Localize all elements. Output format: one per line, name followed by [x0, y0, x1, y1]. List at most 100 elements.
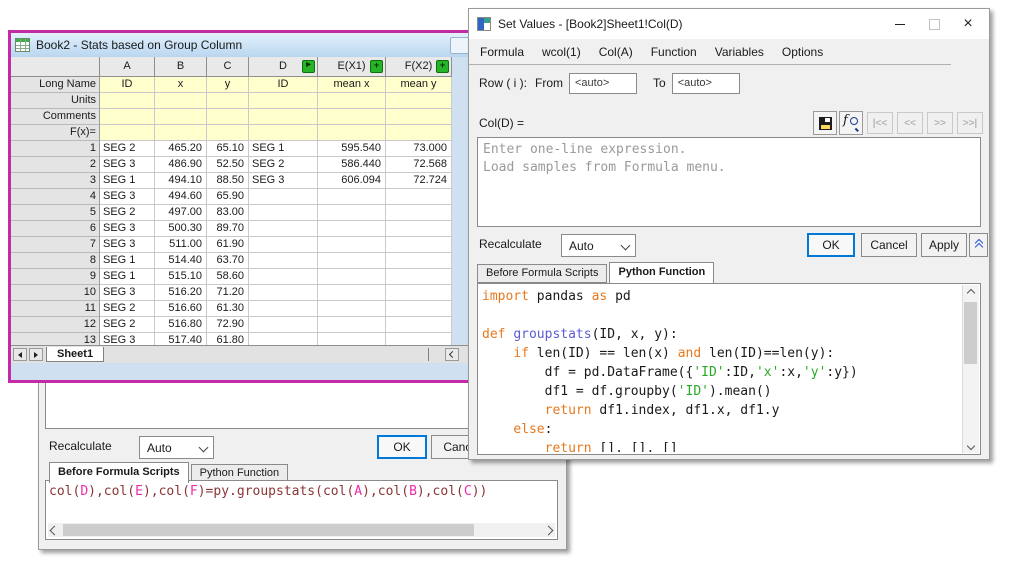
cell[interactable]: [249, 109, 318, 125]
cell[interactable]: [207, 93, 249, 109]
workbook-titlebar[interactable]: Book2 - Stats based on Group Column: [11, 33, 473, 57]
cell[interactable]: mean y: [386, 77, 452, 93]
cell[interactable]: 516.20: [155, 285, 207, 301]
cell[interactable]: [386, 189, 452, 205]
cell[interactable]: 465.20: [155, 141, 207, 157]
cell[interactable]: 511.00: [155, 237, 207, 253]
cell[interactable]: SEG 2: [100, 205, 155, 221]
cancel-button[interactable]: Cancel: [861, 233, 917, 257]
scroll-right-icon[interactable]: [542, 523, 555, 537]
cell[interactable]: [318, 221, 386, 237]
cell[interactable]: 61.30: [207, 301, 249, 317]
cell[interactable]: [386, 269, 452, 285]
cell[interactable]: [249, 301, 318, 317]
cell[interactable]: ID: [100, 77, 155, 93]
menu-wcol-1[interactable]: wcol(1): [533, 45, 590, 59]
cell[interactable]: [318, 237, 386, 253]
column-header-b[interactable]: B: [155, 57, 207, 77]
tab-python-function[interactable]: Python Function: [609, 262, 714, 283]
column-header-c[interactable]: C: [207, 57, 249, 77]
row-number[interactable]: 7: [11, 237, 100, 253]
cell[interactable]: 72.724: [386, 173, 452, 189]
cell[interactable]: 486.90: [155, 157, 207, 173]
cell[interactable]: SEG 1: [100, 269, 155, 285]
cell[interactable]: ID: [249, 77, 318, 93]
cell[interactable]: [249, 285, 318, 301]
cell[interactable]: [318, 205, 386, 221]
cell[interactable]: [318, 301, 386, 317]
cell[interactable]: [249, 269, 318, 285]
column-header-d[interactable]: D▶: [249, 57, 318, 77]
cell[interactable]: 73.000: [386, 141, 452, 157]
maximize-button[interactable]: [917, 9, 951, 39]
dialog-titlebar[interactable]: Set Values - [Book2]Sheet1!Col(D) ×: [469, 9, 989, 39]
scroll-left-icon[interactable]: [48, 523, 61, 537]
next-sheet-icon[interactable]: [29, 348, 43, 361]
tab-before-formula-scripts[interactable]: Before Formula Scripts: [477, 264, 607, 283]
scroll-down-icon[interactable]: [963, 438, 978, 453]
corner-cell[interactable]: [11, 57, 100, 77]
apply-button[interactable]: Apply: [921, 233, 967, 257]
cell[interactable]: [386, 125, 452, 141]
cell[interactable]: SEG 1: [100, 173, 155, 189]
expression-input[interactable]: Enter one-line expression.Load samples f…: [477, 137, 981, 227]
cell[interactable]: 500.30: [155, 221, 207, 237]
row-number[interactable]: 5: [11, 205, 100, 221]
cell[interactable]: [249, 237, 318, 253]
prev-sheet-icon[interactable]: [13, 348, 27, 361]
row-number[interactable]: 9: [11, 269, 100, 285]
close-icon[interactable]: ×: [951, 9, 985, 39]
cell[interactable]: 58.60: [207, 269, 249, 285]
cell[interactable]: [386, 221, 452, 237]
hscroll-left-icon[interactable]: [445, 348, 459, 361]
cell[interactable]: 595.540: [318, 141, 386, 157]
cell[interactable]: SEG 3: [249, 173, 318, 189]
tab-before-formula-scripts[interactable]: Before Formula Scripts: [49, 462, 189, 483]
cell[interactable]: 72.90: [207, 317, 249, 333]
sheet-tab[interactable]: Sheet1: [46, 347, 104, 362]
cell[interactable]: y: [207, 77, 249, 93]
row-number[interactable]: 4: [11, 189, 100, 205]
cell[interactable]: SEG 1: [100, 253, 155, 269]
cell[interactable]: [249, 189, 318, 205]
cell[interactable]: [318, 317, 386, 333]
cell[interactable]: [386, 237, 452, 253]
cell[interactable]: SEG 2: [100, 141, 155, 157]
window-button-partial[interactable]: [450, 37, 470, 54]
cell[interactable]: [249, 125, 318, 141]
horizontal-scrollbar[interactable]: [48, 523, 555, 537]
row-number[interactable]: 8: [11, 253, 100, 269]
cell[interactable]: [249, 317, 318, 333]
cell[interactable]: [318, 109, 386, 125]
column-header-f-x2[interactable]: F(X2)+: [386, 57, 452, 77]
nav-last-button[interactable]: >>|: [957, 112, 983, 134]
vertical-scrollbar[interactable]: [962, 285, 979, 453]
cell[interactable]: 63.70: [207, 253, 249, 269]
cell[interactable]: [386, 109, 452, 125]
nav-next-button[interactable]: >>: [927, 112, 953, 134]
cell[interactable]: [318, 269, 386, 285]
cell[interactable]: [386, 253, 452, 269]
cell[interactable]: 514.40: [155, 253, 207, 269]
cell[interactable]: [318, 285, 386, 301]
menu-options[interactable]: Options: [773, 45, 832, 59]
cell[interactable]: [100, 125, 155, 141]
cell[interactable]: 71.20: [207, 285, 249, 301]
cell[interactable]: [386, 285, 452, 301]
cell[interactable]: [249, 205, 318, 221]
cell[interactable]: 72.568: [386, 157, 452, 173]
row-number[interactable]: 11: [11, 301, 100, 317]
cell[interactable]: 494.10: [155, 173, 207, 189]
menu-col-a[interactable]: Col(A): [590, 45, 642, 59]
nav-first-button[interactable]: |<<: [867, 112, 893, 134]
scrollbar-thumb[interactable]: [63, 524, 474, 536]
cell[interactable]: SEG 1: [249, 141, 318, 157]
cell[interactable]: 88.50: [207, 173, 249, 189]
column-header-a[interactable]: A: [100, 57, 155, 77]
menu-formula[interactable]: Formula: [471, 45, 533, 59]
cell[interactable]: 65.90: [207, 189, 249, 205]
cell[interactable]: SEG 2: [100, 301, 155, 317]
menu-variables[interactable]: Variables: [706, 45, 773, 59]
row-to-input[interactable]: [672, 73, 740, 94]
row-number[interactable]: 6: [11, 221, 100, 237]
